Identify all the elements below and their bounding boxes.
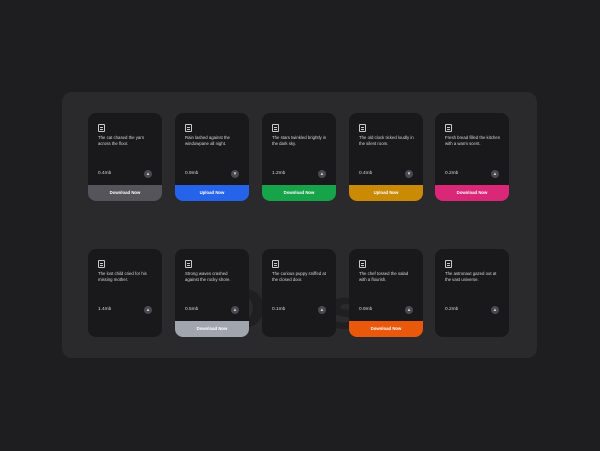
upload-icon[interactable]: ▲ [318, 306, 326, 314]
upload-icon[interactable]: ▲ [491, 306, 499, 314]
card-description: The old clock ticked loudly in the silen… [359, 135, 414, 146]
document-icon [359, 260, 366, 268]
upload-icon[interactable]: ▲ [144, 306, 152, 314]
file-size: 0.1mb [272, 307, 286, 312]
download-now-button[interactable]: Download Now [435, 185, 509, 201]
download-icon[interactable]: ▼ [231, 170, 239, 178]
upload-icon[interactable]: ▲ [405, 306, 413, 314]
file-size: 0.4mb [359, 171, 373, 176]
card-description: The cat chased the yarn across the floor… [98, 135, 145, 146]
doc-card: The astronaut gazed out at the vast univ… [435, 249, 509, 337]
download-now-button[interactable]: Download Now [88, 185, 162, 201]
file-size: 0.9mb [185, 171, 199, 176]
document-icon [185, 260, 192, 268]
card-description: Strong waves crashed against the rocky s… [185, 271, 231, 282]
download-icon[interactable]: ▼ [405, 170, 413, 178]
doc-card: Strong waves crashed against the rocky s… [175, 249, 249, 337]
document-icon [272, 260, 279, 268]
upload-icon[interactable]: ▲ [491, 170, 499, 178]
doc-card: Rain lashed against the windowpane all n… [175, 113, 249, 201]
upload-icon[interactable]: ▲ [231, 306, 239, 314]
document-icon [445, 124, 452, 132]
download-now-button[interactable]: Download Now [175, 321, 249, 337]
doc-card: The old clock ticked loudly in the silen… [349, 113, 423, 201]
doc-card: The cat chased the yarn across the floor… [88, 113, 162, 201]
card-description: The curious puppy sniffed at the closed … [272, 271, 326, 282]
file-size: 1.4mb [98, 307, 112, 312]
document-icon [98, 124, 105, 132]
upload-now-button[interactable]: Upload Now [175, 185, 249, 201]
doc-card: The stars twinkled brightly in the dark … [262, 113, 336, 201]
upload-icon[interactable]: ▲ [144, 170, 152, 178]
document-icon [272, 124, 279, 132]
file-size: 1.2mb [272, 171, 286, 176]
file-size: 0.2mb [445, 307, 459, 312]
download-now-button[interactable]: Download Now [349, 321, 423, 337]
doc-card: The curious puppy sniffed at the closed … [262, 249, 336, 337]
card-description: The lost child cried for his missing mot… [98, 271, 147, 282]
card-description: The stars twinkled brightly in the dark … [272, 135, 327, 146]
doc-card: The lost child cried for his missing mot… [88, 249, 162, 337]
card-description: The chef tossed the salad with a flouris… [359, 271, 409, 282]
download-now-button[interactable]: Download Now [262, 185, 336, 201]
card-description: Rain lashed against the windowpane all n… [185, 135, 230, 146]
document-icon [445, 260, 452, 268]
card-description: Fresh bread filled the kitchen with a wa… [445, 135, 501, 146]
upload-icon[interactable]: ▲ [318, 170, 326, 178]
doc-card: The chef tossed the salad with a flouris… [349, 249, 423, 337]
document-icon [98, 260, 105, 268]
document-icon [359, 124, 366, 132]
document-icon [185, 124, 192, 132]
file-size: 0.9mb [359, 307, 373, 312]
file-size: 0.5mb [185, 307, 199, 312]
doc-card: Fresh bread filled the kitchen with a wa… [435, 113, 509, 201]
file-size: 0.4mb [98, 171, 112, 176]
upload-now-button[interactable]: Upload Now [349, 185, 423, 201]
file-size: 0.2mb [445, 171, 459, 176]
card-description: The astronaut gazed out at the vast univ… [445, 271, 497, 282]
